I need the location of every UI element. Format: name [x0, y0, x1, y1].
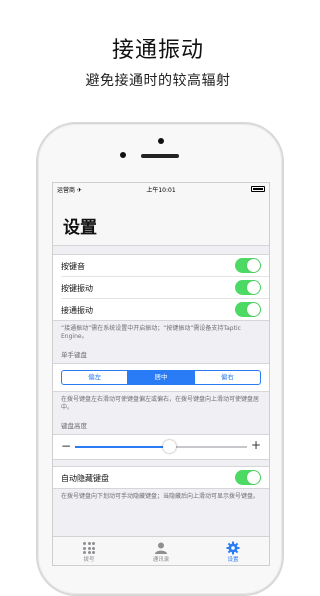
key-vibration-row: 按键振动 [61, 276, 269, 298]
person-icon [125, 540, 197, 555]
status-bar: 运营商 ✈ 上午10:01 [53, 183, 269, 195]
auto-hide-note: 在拨号键盘向下划动可手动隐藏键盘；当隐藏后向上滑动可显示拨号键盘。 [61, 493, 260, 500]
page-title: 设置 [63, 218, 97, 238]
segment-right[interactable]: 偏右 [193, 371, 260, 384]
auto-hide-group: 自动隐藏键盘 [53, 466, 269, 489]
connect-vibration-row: 接通振动 [61, 298, 269, 320]
phone-screen: 运营商 ✈ 上午10:01 设置 按键音 按键振动 接通振动 “接通振动”需在系… [52, 182, 270, 566]
phone-sensor [158, 138, 164, 144]
connect-vibration-switch[interactable] [235, 302, 261, 317]
keypad-icon [53, 540, 125, 555]
promo-title: 接通振动 [111, 38, 204, 63]
minus-icon: − [61, 439, 72, 453]
promo-subtitle: 避免接通时的较高辐射 [85, 73, 231, 89]
tab-contacts[interactable]: 通讯录 [125, 537, 197, 565]
navigation-bar: 设置 [53, 195, 269, 246]
auto-hide-label: 自动隐藏键盘 [61, 474, 109, 483]
tab-bar: 拨号 通讯录 设置 [53, 536, 269, 565]
battery-icon [251, 186, 265, 192]
tab-keypad[interactable]: 拨号 [53, 537, 125, 565]
key-sound-switch[interactable] [235, 258, 261, 273]
auto-hide-row: 自动隐藏键盘 [53, 467, 269, 488]
one-hand-segment-container: 偏左 居中 偏右 [53, 363, 269, 392]
segment-center[interactable]: 居中 [127, 371, 194, 384]
one-hand-note: 在拨号键盘左右滑动可使键盘偏左或偏右，在拨号键盘向上滑动可使键盘居中。 [61, 396, 260, 411]
keyboard-height-fill [75, 446, 170, 448]
connect-vibration-label: 接通振动 [61, 306, 93, 315]
keyboard-height-slider-row: − + [53, 434, 269, 460]
key-sound-row: 按键音 [53, 255, 269, 276]
key-vibration-label: 按键振动 [61, 284, 93, 293]
key-vibration-switch[interactable] [235, 280, 261, 295]
keyboard-height-thumb[interactable] [163, 440, 177, 453]
phone-frame: 运营商 ✈ 上午10:01 设置 按键音 按键振动 接通振动 “接通振动”需在系… [36, 122, 284, 596]
segment-left[interactable]: 偏左 [62, 371, 127, 384]
phone-speaker [141, 154, 179, 158]
gear-icon [197, 540, 269, 555]
sound-vibration-group: 按键音 按键振动 接通振动 [53, 254, 269, 321]
keyboard-height-track[interactable] [75, 446, 247, 448]
phone-camera [120, 152, 126, 158]
plus-icon: + [250, 438, 261, 452]
tab-settings[interactable]: 设置 [197, 537, 269, 565]
one-hand-header: 单手键盘 [61, 351, 87, 359]
status-time: 上午10:01 [146, 187, 176, 194]
key-sound-label: 按键音 [61, 262, 85, 271]
auto-hide-switch[interactable] [235, 470, 261, 485]
keyboard-height-header: 键盘高度 [61, 422, 87, 430]
vibration-note: “接通振动”需在系统设置中开启振动；“按键振动”需设备支持Taptic Engi… [61, 325, 241, 340]
one-hand-segmented-control: 偏左 居中 偏右 [61, 370, 261, 385]
